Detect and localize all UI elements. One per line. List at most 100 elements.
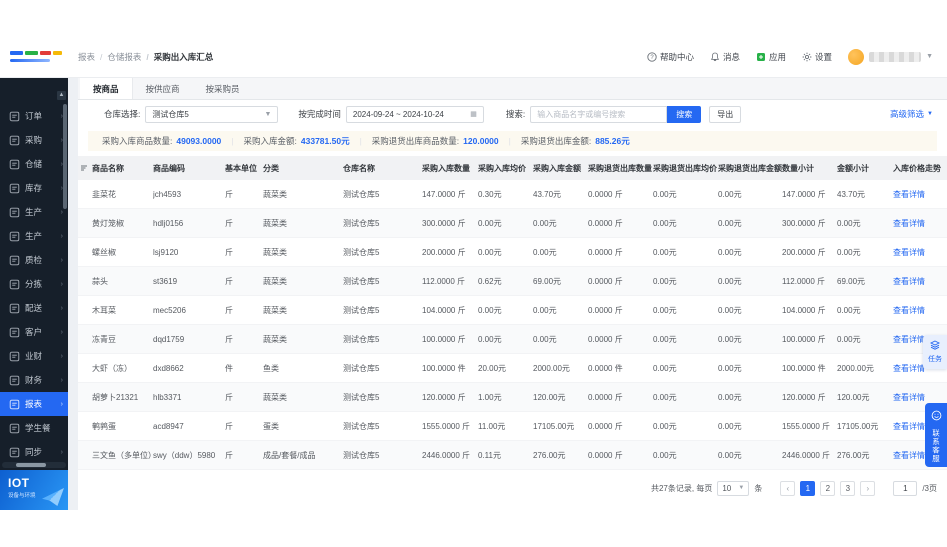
page-3[interactable]: 3 — [840, 481, 855, 496]
column-header: 采购退货出库金额 — [718, 163, 782, 174]
return-avg-price-cell: 0.00元 — [653, 363, 718, 374]
table-row: 大虾（冻） dxd8662 件 鱼类 测试仓库5 100.0000 件 20.0… — [78, 354, 947, 383]
view-details-link[interactable]: 查看详情 — [893, 305, 947, 316]
sidebar-item-warehouse[interactable]: 仓储 › — [0, 152, 68, 176]
return-amount-cell: 0.00元 — [718, 305, 782, 316]
inbound-qty-cell: 2446.0000 斤 — [422, 450, 478, 461]
sidebar-item-customers[interactable]: 客户 › — [0, 320, 68, 344]
chevron-right-icon: › — [61, 209, 63, 216]
product-code-cell: dxd8662 — [153, 364, 225, 373]
product-name-cell: 三文鱼（多单位） — [92, 450, 153, 461]
column-settings-icon[interactable] — [78, 164, 92, 172]
view-details-link[interactable]: 查看详情 — [893, 392, 947, 403]
pagination-unit-label: 条 — [754, 483, 762, 494]
sidebar-item-finance[interactable]: 财务 › — [0, 368, 68, 392]
contact-support-button[interactable]: 联系客服 — [925, 403, 947, 467]
tab-by-product[interactable]: 按商品 — [80, 78, 133, 99]
table-row: 蒜头 st3619 斤 蔬菜类 测试仓库5 112.0000 斤 0.62元 6… — [78, 267, 947, 296]
breadcrumb-item[interactable]: 仓储报表 — [95, 51, 141, 63]
header-actions: ? 帮助中心 消息 应用 设置 ▼ — [647, 49, 947, 65]
help-center-button[interactable]: ? 帮助中心 — [647, 51, 694, 63]
advanced-filter-toggle[interactable]: 高级筛选 ▼ — [890, 108, 947, 120]
sidebar-item-reports[interactable]: 报表 › — [0, 392, 68, 416]
page-1[interactable]: 1 — [800, 481, 815, 496]
product-code-cell: jch4593 — [153, 190, 225, 199]
sidebar-item-delivery[interactable]: 配送 › — [0, 296, 68, 320]
inbound-amount-cell: 0.00元 — [533, 247, 588, 258]
category-cell: 蔬菜类 — [263, 334, 343, 345]
sidebar-item-orders[interactable]: 订单 › — [0, 104, 68, 128]
layers-icon — [930, 340, 940, 352]
category-cell: 蔬菜类 — [263, 305, 343, 316]
product-code-cell: swy（ddw）5980 — [153, 450, 225, 461]
amount-subtotal-cell: 0.00元 — [837, 247, 893, 258]
warehouse-cell: 测试仓库5 — [343, 247, 422, 258]
search-label: 搜索: — [506, 108, 525, 120]
product-code-cell: st3619 — [153, 277, 225, 286]
inbound-qty-cell: 300.0000 斤 — [422, 218, 478, 229]
sidebar-vertical-scrollbar[interactable] — [63, 104, 67, 209]
return-amount-cell: 0.00元 — [718, 392, 782, 403]
warehouse-select-label: 仓库选择: — [104, 108, 140, 120]
inbound-avg-price-cell: 11.00元 — [478, 421, 533, 432]
sidebar-item-production-2[interactable]: 生产 › — [0, 224, 68, 248]
chevron-right-icon: › — [61, 233, 63, 240]
category-cell: 蛋类 — [263, 421, 343, 432]
tab-by-supplier[interactable]: 按供应商 — [133, 78, 193, 99]
sidebar-item-qc[interactable]: 质检 › — [0, 248, 68, 272]
amount-subtotal-cell: 0.00元 — [837, 334, 893, 345]
view-details-link[interactable]: 查看详情 — [893, 218, 947, 229]
sidebar-horizontal-scrollbar[interactable] — [2, 462, 66, 468]
inbound-avg-price-cell: 0.00元 — [478, 334, 533, 345]
sidebar-scroll-up-arrow[interactable]: ▲ — [57, 91, 66, 100]
chevron-right-icon: › — [61, 305, 63, 312]
view-details-link[interactable]: 查看详情 — [893, 247, 947, 258]
apps-grid-icon — [756, 52, 766, 62]
breadcrumb-item[interactable]: 报表 — [78, 51, 95, 63]
sidebar-item-sorting[interactable]: 分拣 › — [0, 272, 68, 296]
settings-button[interactable]: 设置 — [802, 51, 832, 63]
tab-by-buyer[interactable]: 按采购员 — [193, 78, 253, 99]
iot-banner[interactable]: IOT 设备与环境 — [0, 470, 68, 510]
student-meal-icon — [9, 423, 20, 434]
sidebar-item-student-meal[interactable]: 学生餐 › — [0, 416, 68, 440]
page-size-select[interactable]: 10 ▼ — [717, 481, 749, 496]
prev-page-button[interactable]: ‹ — [780, 481, 795, 496]
table-row: 三文鱼（多单位） swy（ddw）5980 斤 成品/套餐/成品 测试仓库5 2… — [78, 441, 947, 470]
search-input[interactable] — [530, 106, 667, 123]
page-2[interactable]: 2 — [820, 481, 835, 496]
inbound-qty-cell: 100.0000 件 — [422, 363, 478, 374]
unit-cell: 件 — [225, 363, 263, 374]
breadcrumb-item[interactable]: 采购出入库汇总 — [141, 51, 213, 63]
sidebar-item-inventory[interactable]: 库存 › — [0, 176, 68, 200]
summary-item: 采购退货出库金额: 885.26元 — [499, 135, 630, 147]
delivery-icon — [9, 303, 20, 314]
inbound-avg-price-cell: 0.00元 — [478, 247, 533, 258]
task-float-button[interactable]: 任务 — [923, 335, 947, 369]
search-button[interactable]: 搜索 — [667, 106, 701, 123]
warehouse-cell: 测试仓库5 — [343, 363, 422, 374]
table-row: 木耳菜 mec5206 斤 蔬菜类 测试仓库5 104.0000 斤 0.00元… — [78, 296, 947, 325]
chevron-right-icon: › — [61, 353, 63, 360]
export-button[interactable]: 导出 — [709, 106, 741, 123]
sidebar-item-business-finance[interactable]: 业财 › — [0, 344, 68, 368]
qty-subtotal-cell: 1555.0000 斤 — [782, 421, 837, 432]
view-details-link[interactable]: 查看详情 — [893, 189, 947, 200]
apps-button[interactable]: 应用 — [756, 51, 786, 63]
smiley-icon — [931, 408, 942, 426]
column-header: 采购入库数量 — [422, 163, 478, 174]
view-details-link[interactable]: 查看详情 — [893, 276, 947, 287]
next-page-button[interactable]: › — [860, 481, 875, 496]
sidebar-nav: 订单 › 采购 › 仓储 › — [0, 78, 68, 470]
warehouse-select[interactable]: 测试仓库5 ▼ — [145, 106, 278, 123]
user-menu[interactable]: ▼ — [848, 49, 933, 65]
iot-title: IOT — [8, 476, 68, 490]
messages-button[interactable]: 消息 — [710, 51, 740, 63]
sidebar-item-purchase[interactable]: 采购 › — [0, 128, 68, 152]
chevron-down-icon: ▼ — [738, 485, 744, 491]
page-jump-input[interactable] — [893, 481, 917, 496]
sidebar-item-production-1[interactable]: 生产 › — [0, 200, 68, 224]
date-range-picker[interactable]: 2024-09-24 ~ 2024-10-24 ▦ — [346, 106, 484, 123]
sync-icon — [9, 447, 20, 458]
sidebar-item-sync[interactable]: 同步 › — [0, 440, 68, 464]
